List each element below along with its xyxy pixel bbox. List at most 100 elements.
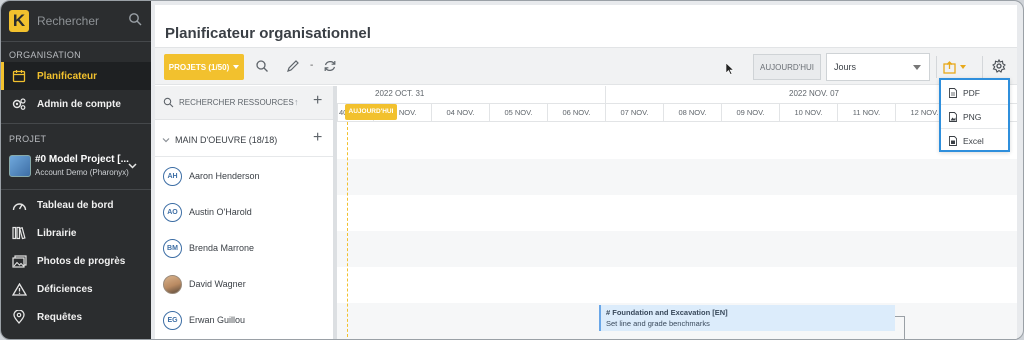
sidebar-item-label: Déficiences <box>37 283 93 295</box>
project-account: Account Demo (Pharonyx) <box>35 168 129 177</box>
avatar: AH <box>163 166 182 186</box>
resource-row[interactable]: AO Austin O'Harold <box>155 194 333 230</box>
photos-icon <box>11 253 27 269</box>
sidebar-item-librairie[interactable]: Librairie <box>1 219 151 247</box>
task-bar[interactable]: # Foundation and Excavation [EN] Set lin… <box>599 305 895 331</box>
export-png-option[interactable]: PNG <box>941 105 1008 128</box>
day-label: 08 NOV. <box>663 104 721 122</box>
page-title: Planificateur organisationnel <box>165 25 371 42</box>
resource-name: Austin O'Harold <box>189 207 252 217</box>
sidebar-item-photos-de-progres[interactable]: Photos de progrès <box>1 247 151 275</box>
day-label: 05 NOV. <box>489 104 547 122</box>
resource-search-input[interactable]: RECHERCHER RESSOURCES <box>179 98 294 107</box>
day-label: 04 NOV. <box>431 104 489 122</box>
timeline-row <box>337 159 1017 195</box>
sidebar-item-deficiences[interactable]: Déficiences <box>1 275 151 303</box>
resource-group-row[interactable]: MAIN D'OEUVRE (18/18) + <box>155 123 333 157</box>
task-subtitle: Set line and grade benchmarks <box>606 319 710 328</box>
sidebar-item-label: Planificateur <box>37 70 98 82</box>
today-marker-badge: AUJOURD'HUI <box>345 104 397 120</box>
export-option-label: PDF <box>963 87 980 98</box>
week-label: 2022 OCT. 31 <box>375 89 425 98</box>
timeline-row <box>337 231 1017 267</box>
warning-icon <box>11 281 27 297</box>
time-scale-value: Jours <box>834 62 857 72</box>
file-pdf-icon <box>949 87 957 98</box>
export-excel-option[interactable]: Excel <box>941 129 1008 152</box>
today-marker-line <box>347 122 348 339</box>
timeline-weeks-header: 2022 OCT. 31 2022 NOV. 07 <box>337 86 1017 104</box>
caret-down-icon <box>960 65 966 69</box>
divider <box>1 123 151 124</box>
resource-row[interactable]: BM Brenda Marrone <box>155 230 333 266</box>
gantt-timeline: 2022 OCT. 31 2022 NOV. 07 40 03 NOV. 04 … <box>337 86 1017 339</box>
library-icon <box>11 225 27 241</box>
export-pdf-option[interactable]: PDF <box>941 81 1008 104</box>
file-image-icon <box>949 111 957 122</box>
sidebar-item-label: Photos de progrès <box>37 255 126 267</box>
task-title: # Foundation and Excavation [EN] <box>606 308 728 317</box>
resource-group-label: MAIN D'OEUVRE (18/18) <box>175 135 278 145</box>
section-label-projet: PROJET <box>9 134 47 144</box>
sidebar-item-planificateur[interactable]: Planificateur <box>1 62 151 90</box>
project-thumbnail <box>9 155 31 177</box>
resources-header: RECHERCHER RESSOURCES ↑ + <box>155 86 333 120</box>
gears-icon <box>11 96 27 112</box>
divider <box>1 189 151 190</box>
week-label: 2022 NOV. 07 <box>789 89 839 98</box>
export-button[interactable] <box>943 57 971 77</box>
timeline-row <box>337 195 1017 231</box>
timeline-group-row <box>337 122 1017 159</box>
settings-gear-icon[interactable] <box>992 59 1006 73</box>
toolbar: PROJETS (1/50) - AUJOURD'HUI Jours <box>155 47 1017 85</box>
mouse-cursor-icon <box>726 63 734 75</box>
app-logo[interactable]: K <box>9 10 29 32</box>
timeline-days-header: 40 03 NOV. 04 NOV. 05 NOV. 06 NOV. 07 NO… <box>337 104 1017 122</box>
caret-down-icon <box>233 65 240 69</box>
sidebar-item-admin-de-compte[interactable]: Admin de compte <box>1 90 151 118</box>
pencil-icon[interactable] <box>286 59 300 73</box>
search-icon[interactable] <box>255 59 269 73</box>
sidebar-item-requetes[interactable]: Requêtes <box>1 303 151 331</box>
location-pin-icon <box>11 309 27 325</box>
today-button[interactable]: AUJOURD'HUI <box>753 54 821 80</box>
main-panel: Planificateur organisationnel PROJETS (1… <box>155 5 1017 339</box>
avatar: EG <box>163 310 182 330</box>
chevron-down-icon[interactable] <box>128 161 137 170</box>
project-name: #0 Model Project [... <box>35 154 129 165</box>
sort-arrow-icon[interactable]: ↑ <box>294 97 299 107</box>
pencil-dropdown-dash[interactable]: - <box>310 60 313 71</box>
add-to-group-button[interactable]: + <box>313 129 322 147</box>
section-label-organisation: ORGANISATION <box>9 50 81 60</box>
time-scale-select[interactable]: Jours <box>826 53 930 81</box>
add-resource-button[interactable]: + <box>313 92 322 110</box>
app-window: K Rechercher ORGANISATION Planificateur … <box>0 0 1024 340</box>
dashboard-icon <box>11 197 27 213</box>
sidebar: K Rechercher ORGANISATION Planificateur … <box>1 1 151 339</box>
day-label: 06 NOV. <box>547 104 605 122</box>
projects-filter-button[interactable]: PROJETS (1/50) <box>164 54 244 80</box>
resource-name: Erwan Guillou <box>189 315 246 325</box>
search-icon[interactable] <box>128 12 142 26</box>
sidebar-item-label: Librairie <box>37 227 77 239</box>
day-label: 09 NOV. <box>721 104 779 122</box>
avatar: BM <box>163 238 182 258</box>
task-dependency-connector <box>895 316 905 339</box>
resource-row[interactable]: David Wagner <box>155 266 333 302</box>
day-label: 11 NOV. <box>837 104 895 122</box>
resource-row[interactable]: AH Aaron Henderson <box>155 158 333 194</box>
sidebar-item-label: Tableau de bord <box>37 199 114 211</box>
export-dropdown-menu: PDF PNG Excel <box>939 78 1010 152</box>
sidebar-item-label: Requêtes <box>37 311 83 323</box>
sidebar-item-tableau-de-bord[interactable]: Tableau de bord <box>1 191 151 219</box>
refresh-icon[interactable] <box>323 59 337 73</box>
project-selector[interactable]: #0 Model Project [... Account Demo (Phar… <box>7 152 147 182</box>
divider <box>936 56 937 78</box>
export-icon <box>943 60 956 74</box>
search-icon[interactable] <box>163 97 174 108</box>
sidebar-item-label: Admin de compte <box>37 98 121 110</box>
sidebar-search-input[interactable]: Rechercher <box>37 14 99 28</box>
chevron-down-icon[interactable] <box>162 136 170 144</box>
resource-row[interactable]: EG Erwan Guillou <box>155 302 333 338</box>
export-option-label: PNG <box>963 111 982 122</box>
